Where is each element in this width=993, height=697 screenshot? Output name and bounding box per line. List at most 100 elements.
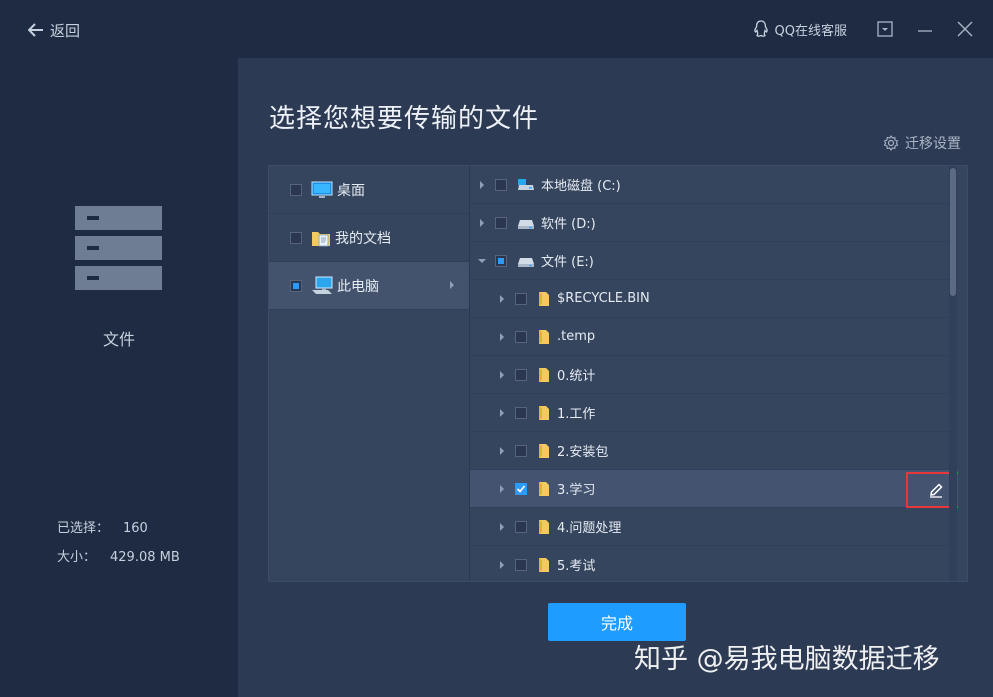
expand-arrow-icon[interactable]: [497, 332, 507, 341]
checkbox[interactable]: [515, 406, 527, 419]
checkbox[interactable]: [495, 254, 507, 267]
category-label: 我的文档: [335, 230, 391, 247]
back-button[interactable]: 返回: [28, 19, 80, 41]
tree-row-label: 5.考试: [557, 559, 596, 574]
expand-arrow-icon[interactable]: [497, 484, 507, 493]
tree-row-label: 0.统计: [557, 369, 596, 384]
tree-row-label: 文件 (E:): [541, 255, 594, 270]
done-button[interactable]: 完成: [548, 603, 686, 641]
selection-stats: 已选择： 160 大小： 429.08 MB: [57, 514, 180, 572]
tree-row-selected[interactable]: 3.学习: [470, 470, 958, 508]
tree-row[interactable]: 5.考试: [470, 546, 958, 581]
drive-icon: [517, 254, 535, 268]
drive-icon: [517, 216, 535, 230]
vertical-scrollbar[interactable]: [949, 166, 957, 581]
expand-arrow-icon[interactable]: [477, 218, 487, 227]
checkbox[interactable]: [515, 292, 527, 305]
size-value: 429.08 MB: [110, 550, 180, 565]
desktop-icon: [311, 181, 333, 199]
collapse-arrow-icon[interactable]: [477, 258, 487, 264]
system-drive-icon: [517, 178, 535, 192]
gear-icon: [883, 135, 899, 151]
checkbox[interactable]: [290, 183, 302, 196]
tree-row[interactable]: $RECYCLE.BIN: [470, 280, 958, 318]
tree-row[interactable]: 1.工作: [470, 394, 958, 432]
checkmark-icon: [516, 484, 526, 493]
checkbox[interactable]: [515, 330, 527, 343]
documents-folder-icon: [311, 228, 331, 248]
left-summary-panel: 文件 已选择： 160 大小： 429.08 MB: [0, 58, 238, 697]
file-selector-panel: 桌面 我的文档 此电脑 本地磁盘 (C:) 软件 (D:) 文件 (E:) $R…: [268, 165, 968, 582]
close-button[interactable]: [945, 0, 985, 58]
size-label: 大小：: [57, 550, 97, 565]
selected-count-value: 160: [123, 521, 148, 536]
checkbox[interactable]: [495, 178, 507, 191]
scrollbar-thumb[interactable]: [950, 168, 956, 296]
qq-support-button[interactable]: QQ在线客服: [753, 20, 847, 39]
category-list: 桌面 我的文档 此电脑: [269, 166, 470, 581]
back-label: 返回: [50, 21, 81, 40]
tree-row-label: 4.问题处理: [557, 521, 622, 536]
tree-row-label: $RECYCLE.BIN: [557, 291, 650, 306]
tree-row-label: 本地磁盘 (C:): [541, 179, 621, 194]
tree-row[interactable]: 4.问题处理: [470, 508, 958, 546]
checkbox[interactable]: [495, 216, 507, 229]
expand-arrow-icon[interactable]: [497, 522, 507, 531]
folder-icon: [537, 291, 551, 307]
checkbox[interactable]: [515, 444, 527, 457]
category-label: 文件: [102, 330, 135, 349]
category-item-this-pc[interactable]: 此电脑: [269, 262, 469, 310]
tree-row[interactable]: .temp: [470, 318, 958, 356]
category-label: 此电脑: [337, 278, 379, 295]
expand-arrow-icon[interactable]: [497, 446, 507, 455]
tree-row-label: 2.安装包: [557, 445, 609, 460]
category-label: 桌面: [337, 182, 365, 199]
checkbox[interactable]: [515, 558, 527, 571]
tree-row[interactable]: 本地磁盘 (C:): [470, 166, 958, 204]
tree-row[interactable]: 软件 (D:): [470, 204, 958, 242]
folder-icon: [537, 367, 551, 383]
checkbox[interactable]: [290, 279, 302, 292]
migration-settings-label: 迁移设置: [905, 136, 961, 152]
migration-settings-link[interactable]: 迁移设置: [883, 133, 961, 153]
checkbox[interactable]: [515, 368, 527, 381]
tree-row[interactable]: 0.统计: [470, 356, 958, 394]
tree-row-label: 3.学习: [557, 483, 596, 498]
folder-icon: [537, 405, 551, 421]
minimize-icon: [918, 30, 932, 32]
title-bar: 返回 QQ在线客服: [0, 0, 993, 58]
checkbox-checked[interactable]: [515, 482, 527, 495]
dropdown-button[interactable]: [865, 0, 905, 58]
folder-icon: [537, 443, 551, 459]
pencil-icon: [930, 483, 943, 498]
arrow-left-icon: [28, 23, 43, 37]
checkbox[interactable]: [290, 231, 302, 244]
tree-row[interactable]: 文件 (E:): [470, 242, 958, 280]
chevron-right-icon: [450, 281, 454, 289]
tree-row[interactable]: 2.安装包: [470, 432, 958, 470]
qq-penguin-icon: [753, 20, 768, 37]
minimize-button[interactable]: [905, 0, 945, 58]
folder-icon: [537, 329, 551, 345]
folder-icon: [537, 557, 551, 573]
expand-arrow-icon[interactable]: [497, 560, 507, 569]
expand-arrow-icon[interactable]: [477, 180, 487, 189]
close-icon: [957, 21, 973, 37]
main-content: 选择您想要传输的文件 迁移设置 桌面 我的文档 此电脑 本地磁盘 (C:) 软件…: [238, 58, 993, 697]
category-item-documents[interactable]: 我的文档: [269, 214, 469, 262]
tree-row-label: .temp: [557, 329, 596, 344]
expand-arrow-icon[interactable]: [497, 408, 507, 417]
checkbox[interactable]: [515, 520, 527, 533]
files-stack-icon: [75, 206, 162, 296]
selected-count-label: 已选择：: [57, 521, 110, 536]
watermark-text: 知乎 @易我电脑数据迁移: [634, 644, 940, 675]
expand-arrow-icon[interactable]: [497, 370, 507, 379]
category-item-desktop[interactable]: 桌面: [269, 166, 469, 214]
dropdown-box-icon: [877, 21, 893, 37]
qq-support-label: QQ在线客服: [774, 23, 847, 39]
tree-row-label: 1.工作: [557, 407, 596, 422]
expand-arrow-icon[interactable]: [497, 294, 507, 303]
computer-icon: [311, 276, 333, 296]
folder-icon: [537, 519, 551, 535]
page-title: 选择您想要传输的文件: [269, 104, 540, 134]
